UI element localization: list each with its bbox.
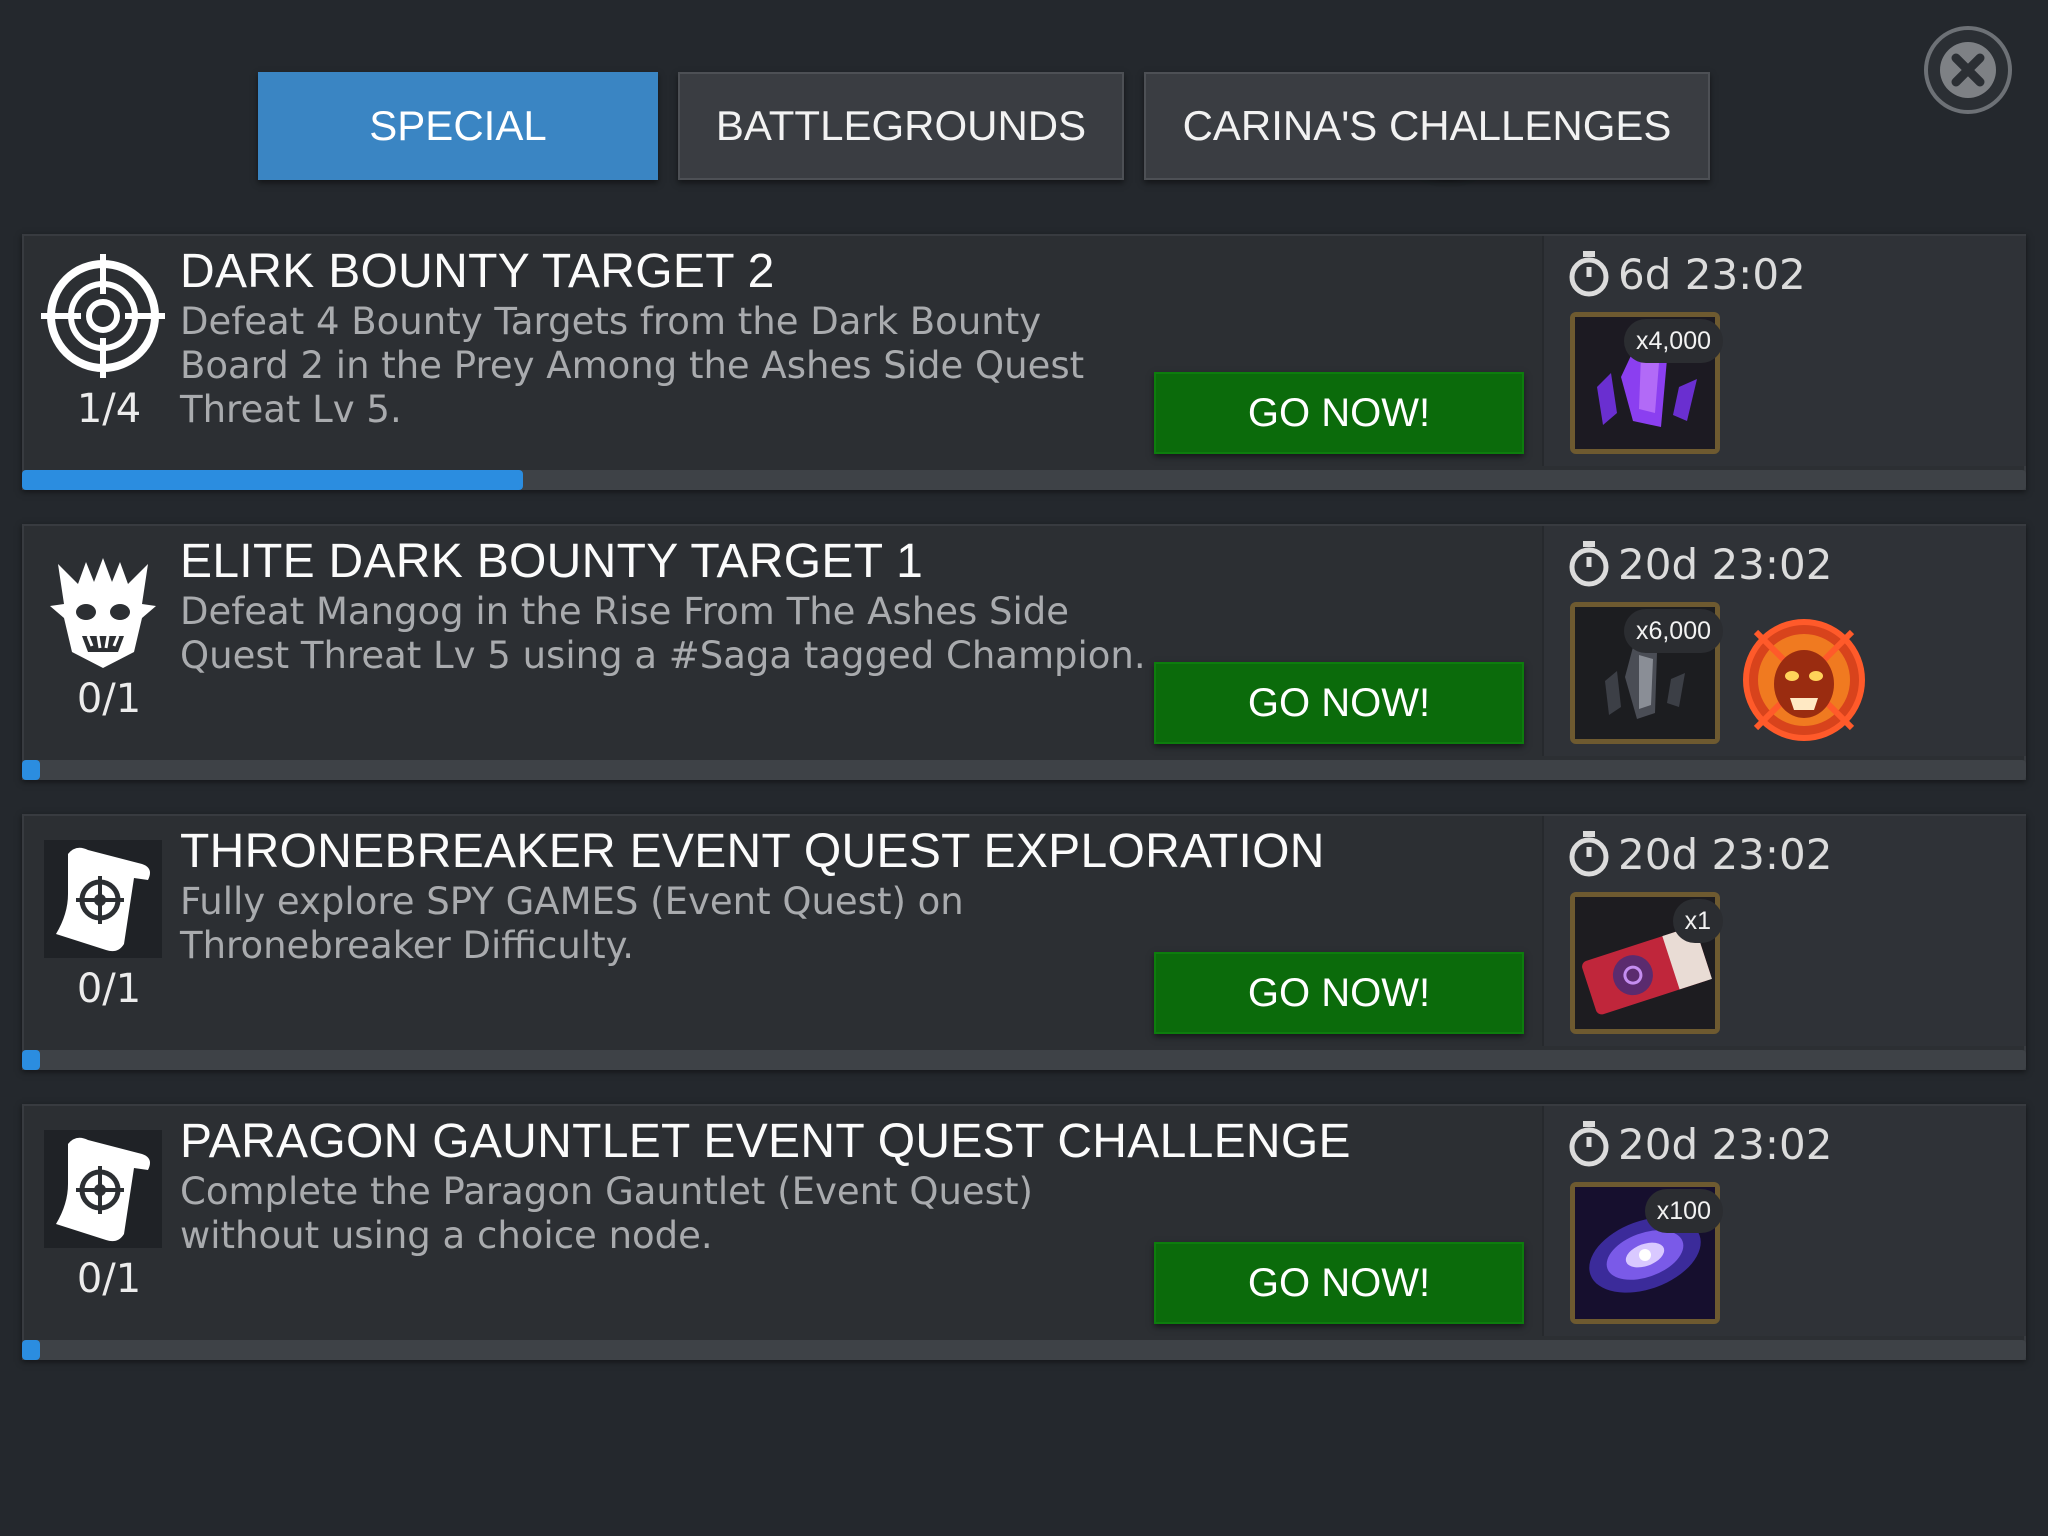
quest-card-thronebreaker-exploration: 0/1 THRONEBREAKER EVENT QUEST EXPLORATIO… (22, 814, 2026, 1070)
scroll-crosshair-icon (38, 1124, 168, 1254)
progress-fill (22, 470, 523, 490)
reward-quantity: x4,000 (1623, 319, 1723, 363)
timer-text: 6d 23:02 (1618, 249, 1806, 299)
quest-progress-count: 0/1 (76, 676, 142, 722)
stopwatch-icon (1569, 831, 1609, 877)
go-now-button[interactable]: GO NOW! (1154, 372, 1524, 454)
quest-timer: 20d 23:02 (1568, 824, 1833, 884)
quest-progress-bar (22, 1340, 2026, 1360)
quest-progress-count: 0/1 (76, 1256, 142, 1302)
stopwatch-icon (1569, 1121, 1609, 1167)
progress-fill (22, 1050, 40, 1070)
go-now-button[interactable]: GO NOW! (1154, 952, 1524, 1034)
tab-carinas-challenges[interactable]: CARINA'S CHALLENGES (1144, 72, 1710, 180)
quest-description: Complete the Paragon Gauntlet (Event Que… (180, 1170, 1033, 1257)
quest-progress-count: 1/4 (76, 386, 142, 432)
crosshair-icon (38, 254, 168, 384)
timer-text: 20d 23:02 (1618, 829, 1833, 879)
progress-fill (22, 760, 40, 780)
progress-fill (22, 1340, 40, 1360)
mangog-bounty-badge-icon[interactable] (1742, 618, 1866, 742)
stopwatch-icon (1569, 541, 1609, 587)
quest-progress-bar (22, 470, 2026, 490)
quest-progress-bar (22, 760, 2026, 780)
quest-description: Defeat Mangog in the Rise From The Ashes… (180, 590, 1146, 677)
timer-text: 20d 23:02 (1618, 1119, 1833, 1169)
quest-title: DARK BOUNTY TARGET 2 (180, 245, 775, 298)
reward-item[interactable]: x100 (1570, 1182, 1723, 1324)
reward-quantity: x6,000 (1623, 609, 1723, 653)
tab-battlegrounds-label: BATTLEGROUNDS (715, 102, 1087, 149)
timer-text: 20d 23:02 (1618, 539, 1833, 589)
quest-card-dark-bounty-2: 1/4 DARK BOUNTY TARGET 2 Defeat 4 Bounty… (22, 234, 2026, 490)
go-now-button[interactable]: GO NOW! (1154, 662, 1524, 744)
quest-timer: 6d 23:02 (1568, 244, 1806, 304)
quest-title: THRONEBREAKER EVENT QUEST EXPLORATION (180, 825, 1325, 878)
quest-card-elite-dark-bounty-1: 0/1 ELITE DARK BOUNTY TARGET 1 Defeat Ma… (22, 524, 2026, 780)
tab-special[interactable]: SPECIAL (258, 72, 658, 180)
quest-description: Fully explore SPY GAMES (Event Quest) on… (180, 880, 964, 967)
reward-quantity: x100 (1644, 1189, 1723, 1233)
quest-card-paragon-gauntlet: 0/1 PARAGON GAUNTLET EVENT QUEST CHALLEN… (22, 1104, 2026, 1360)
quest-timer: 20d 23:02 (1568, 534, 1833, 594)
reward-item[interactable]: x6,000 (1570, 602, 1723, 744)
go-now-button[interactable]: GO NOW! (1154, 1242, 1524, 1324)
scroll-crosshair-icon (38, 834, 168, 964)
close-button[interactable] (1924, 26, 2048, 114)
reward-item[interactable]: x1 (1570, 892, 1723, 1034)
quest-timer: 20d 23:02 (1568, 1114, 1833, 1174)
mangog-head-icon (38, 544, 168, 674)
reward-item[interactable]: x4,000 (1570, 312, 1723, 454)
quest-progress-bar (22, 1050, 2026, 1070)
tab-battlegrounds[interactable]: BATTLEGROUNDS (678, 72, 1496, 180)
quest-description: Defeat 4 Bounty Targets from the Dark Bo… (180, 300, 1085, 431)
stopwatch-icon (1569, 251, 1609, 297)
quest-title: ELITE DARK BOUNTY TARGET 1 (180, 535, 924, 588)
quest-title: PARAGON GAUNTLET EVENT QUEST CHALLENGE (180, 1115, 1351, 1168)
reward-quantity: x1 (1672, 899, 1723, 943)
quest-progress-count: 0/1 (76, 966, 142, 1012)
close-x-icon (1924, 26, 2012, 114)
